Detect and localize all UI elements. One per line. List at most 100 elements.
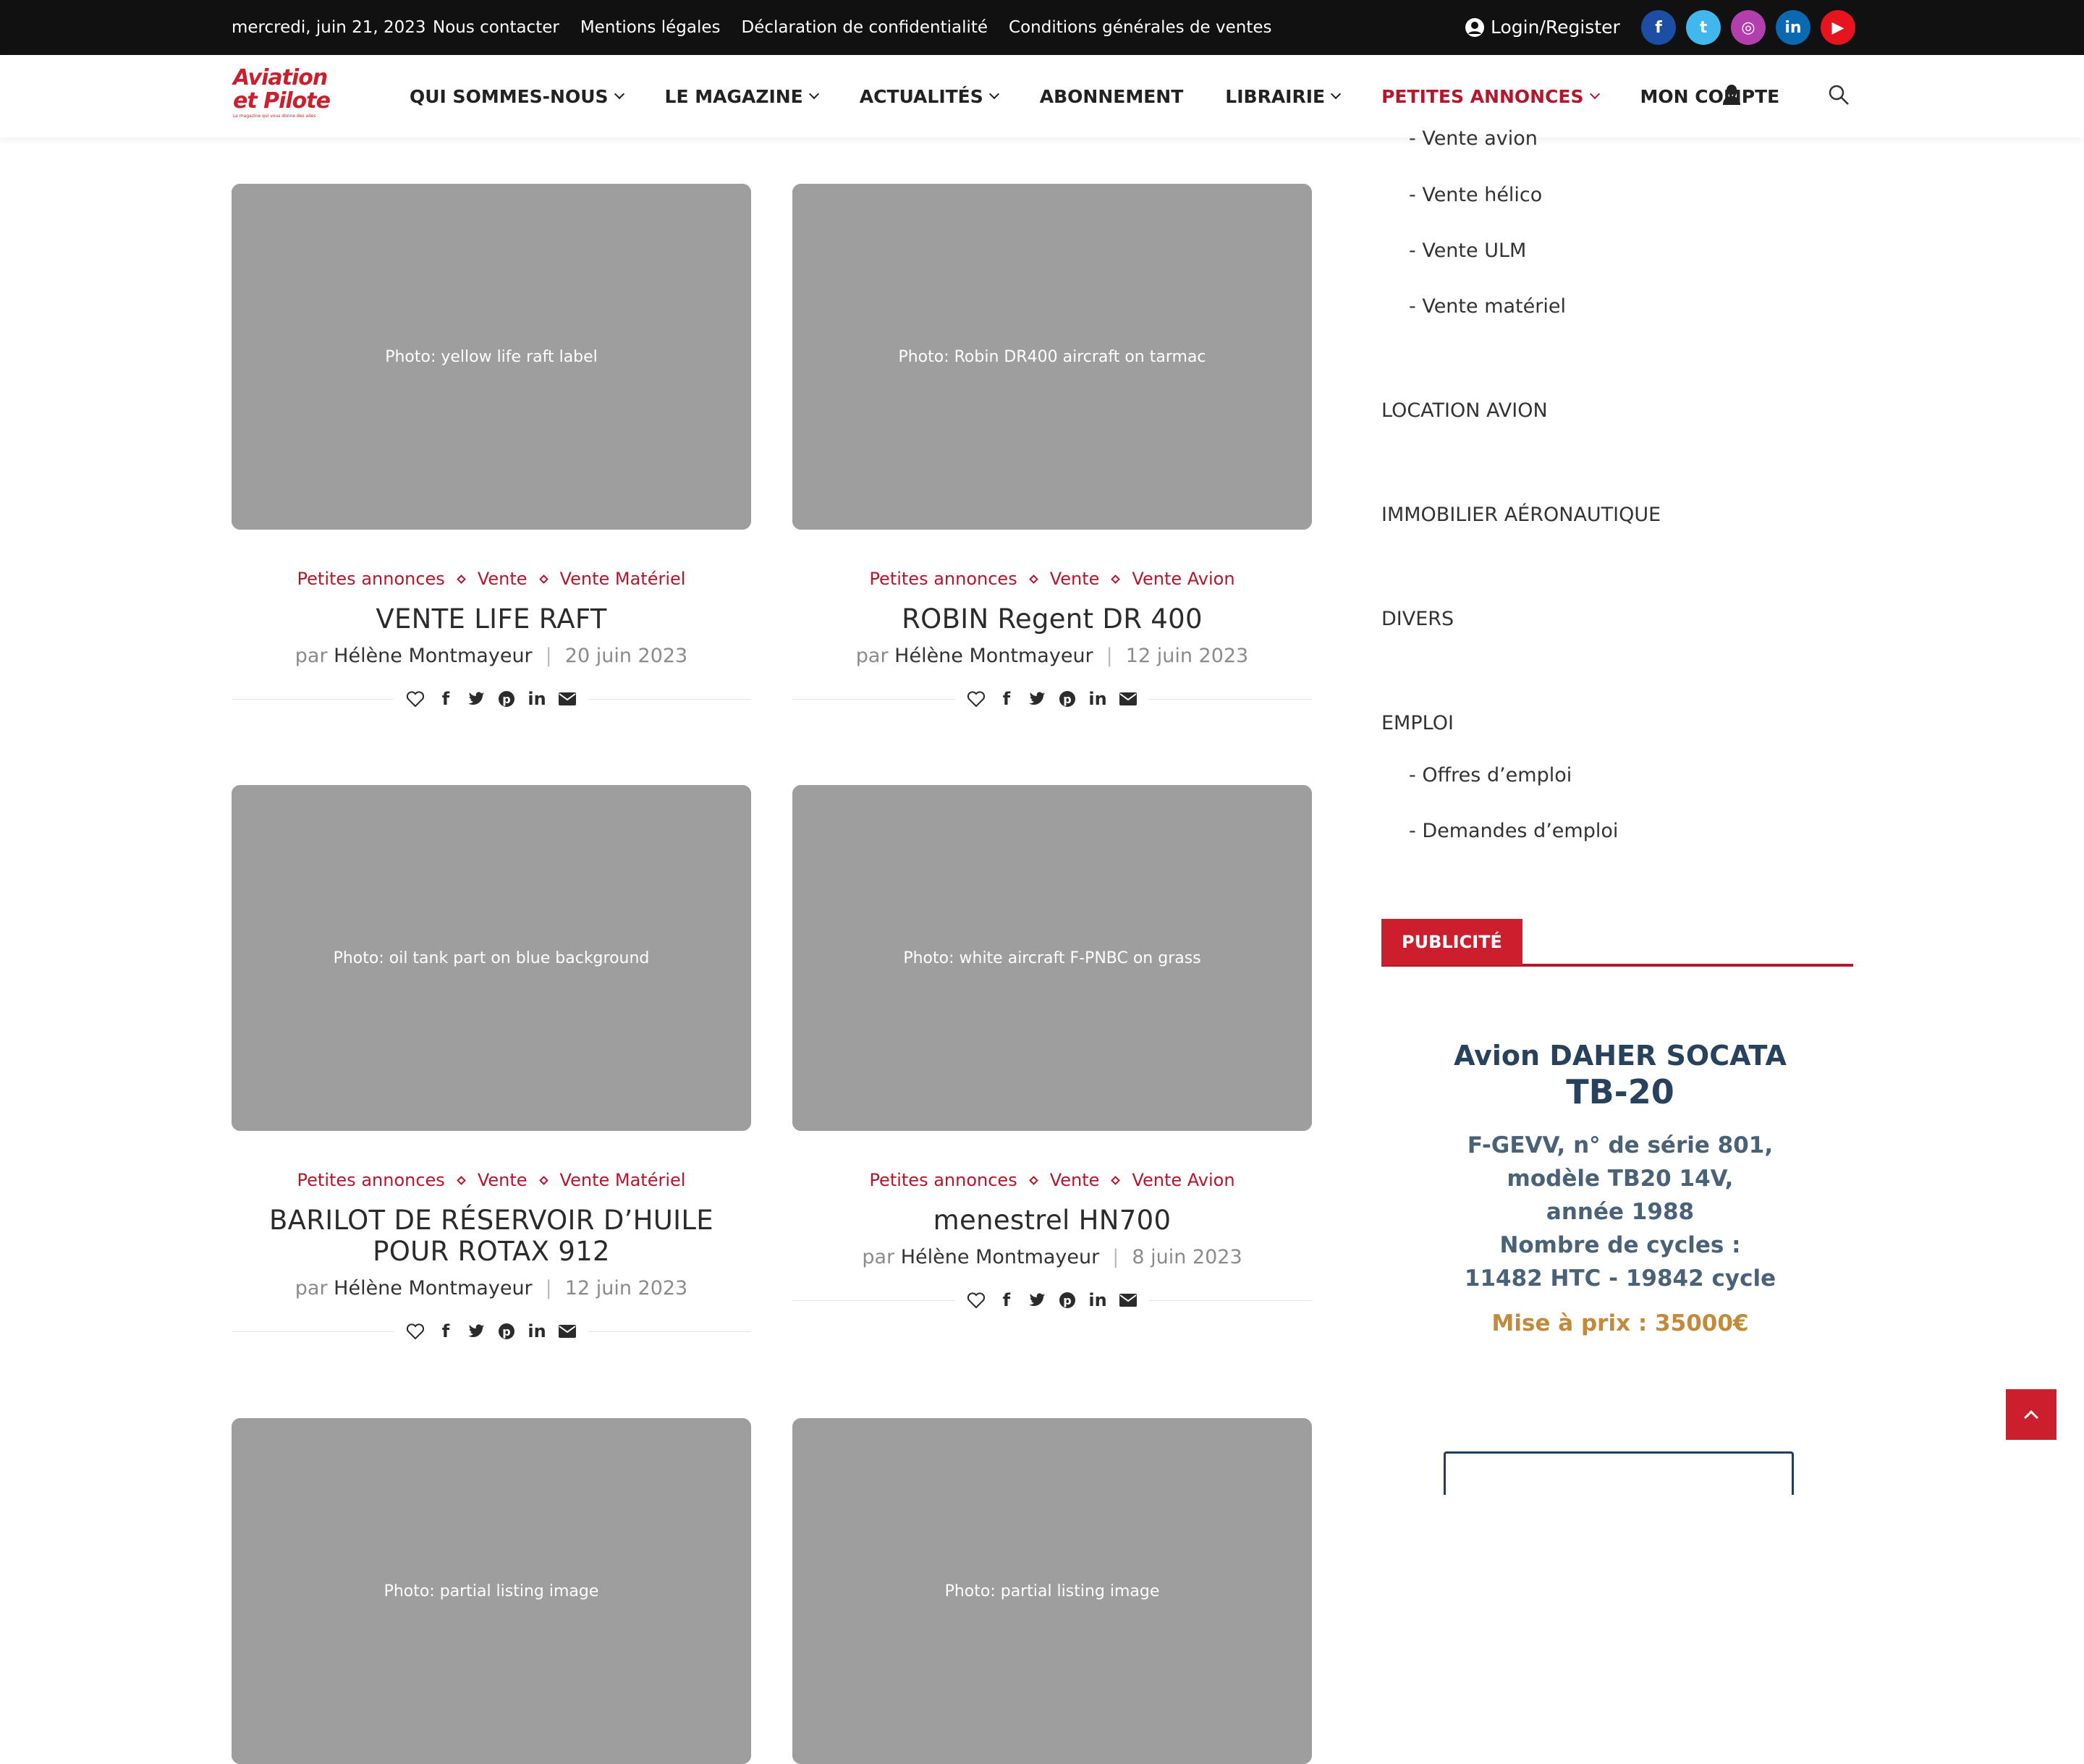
pinterest-share-icon[interactable]: p xyxy=(497,1318,516,1344)
svg-text:p: p xyxy=(1063,1294,1071,1307)
twitter-icon[interactable]: t xyxy=(1686,10,1721,45)
category-link[interactable]: Vente Avion xyxy=(1132,1170,1234,1190)
share-icons: f p in xyxy=(394,686,588,712)
category-link[interactable]: Vente xyxy=(478,569,528,589)
facebook-share-icon[interactable]: f xyxy=(997,686,1016,712)
heart-icon[interactable] xyxy=(967,686,986,712)
sidebar-item-divers[interactable]: DIVERS xyxy=(1381,608,1454,630)
post-date: 12 juin 2023 xyxy=(1125,645,1249,667)
listing-title[interactable]: ROBIN Regent DR 400 xyxy=(792,603,1312,635)
twitter-share-icon[interactable] xyxy=(1028,1287,1046,1313)
nav-item-qui-sommes-nous[interactable]: QUI SOMMES-NOUS xyxy=(410,86,624,107)
email-share-icon[interactable] xyxy=(558,686,577,712)
sidebar-item-vente-materiel[interactable]: - Vente matériel xyxy=(1409,295,1566,318)
category-link[interactable]: Vente xyxy=(1050,1170,1100,1190)
heart-icon[interactable] xyxy=(967,1287,986,1313)
login-register-link[interactable]: Login/Register xyxy=(1465,0,1620,55)
sidebar-item-vente-avion[interactable]: - Vente avion xyxy=(1409,127,1538,150)
ad-box-frame xyxy=(1444,1451,1794,1495)
category-link[interactable]: Vente Avion xyxy=(1132,569,1234,589)
category-link[interactable]: Petites annonces xyxy=(869,569,1017,589)
listing-image[interactable]: Photo: partial listing image xyxy=(792,1418,1312,1764)
heart-icon[interactable] xyxy=(406,686,425,712)
email-share-icon[interactable] xyxy=(1119,686,1138,712)
terms-link[interactable]: Conditions générales de ventes xyxy=(1009,0,1271,55)
legal-notice-link[interactable]: Mentions légales xyxy=(580,0,721,55)
category-link[interactable]: Vente xyxy=(478,1170,528,1190)
image-placeholder: Photo: yellow life raft label xyxy=(232,184,751,530)
nav-item-actualit-s[interactable]: ACTUALITÉS xyxy=(860,86,999,107)
linkedin-icon[interactable]: in xyxy=(1776,10,1810,45)
nav-item-label: LIBRAIRIE xyxy=(1225,85,1326,107)
facebook-share-icon[interactable]: f xyxy=(997,1287,1016,1313)
youtube-icon[interactable]: ▶ xyxy=(1821,10,1855,45)
sidebar-item-vente-helico[interactable]: - Vente hélico xyxy=(1409,184,1542,206)
category-link[interactable]: Vente Matériel xyxy=(560,1170,686,1190)
nav-item-petites-annonces[interactable]: PETITES ANNONCES xyxy=(1381,86,1600,107)
share-icons: f p in xyxy=(394,1318,588,1344)
email-share-icon[interactable] xyxy=(558,1318,577,1344)
listing-image[interactable]: Photo: oil tank part on blue background xyxy=(232,785,751,1131)
author-link[interactable]: Hélène Montmayeur xyxy=(901,1246,1100,1268)
chevron-down-icon xyxy=(614,88,624,100)
chevron-down-icon xyxy=(808,88,819,100)
listing-meta: par Hélène Montmayeur | 20 juin 2023 xyxy=(295,645,688,667)
linkedin-share-icon[interactable]: in xyxy=(528,686,546,712)
listing-image[interactable]: Photo: yellow life raft label xyxy=(232,184,751,530)
sidebar-item-location-avion[interactable]: LOCATION AVION xyxy=(1381,399,1548,422)
listing-image[interactable]: Photo: partial listing image xyxy=(232,1418,751,1764)
linkedin-share-icon[interactable]: in xyxy=(1088,686,1107,712)
listing-title[interactable]: VENTE LIFE RAFT xyxy=(232,603,751,635)
sidebar-item-emploi[interactable]: EMPLOI xyxy=(1381,712,1454,734)
nav-item-abonnement[interactable]: ABONNEMENT xyxy=(1040,86,1184,107)
contact-link[interactable]: Nous contacter xyxy=(433,0,559,55)
pinterest-share-icon[interactable]: p xyxy=(1058,1287,1077,1313)
listing-image[interactable]: Photo: white aircraft F-PNBC on grass xyxy=(792,785,1312,1131)
facebook-share-icon[interactable]: f xyxy=(436,1318,455,1344)
category-link[interactable]: Vente xyxy=(1050,569,1100,589)
post-date: 8 juin 2023 xyxy=(1132,1246,1242,1268)
linkedin-share-icon[interactable]: in xyxy=(1088,1287,1107,1313)
twitter-share-icon[interactable] xyxy=(467,686,486,712)
listing-title[interactable]: BARILOT DE RÉSERVOIR D’HUILE POUR ROTAX … xyxy=(232,1205,751,1267)
nav-item-le-magazine[interactable]: LE MAGAZINE xyxy=(664,85,819,107)
instagram-icon[interactable]: ◎ xyxy=(1731,10,1766,45)
sidebar-item-demandes-emploi[interactable]: - Demandes d’emploi xyxy=(1409,820,1618,842)
pinterest-share-icon[interactable]: p xyxy=(497,686,516,712)
category-list: Petites annonces Vente Vente Avion xyxy=(792,569,1312,589)
facebook-share-icon[interactable]: f xyxy=(436,686,455,712)
sidebar-item-offres-emploi[interactable]: - Offres d’emploi xyxy=(1409,764,1572,786)
site-logo[interactable]: Aviation et Pilote Le magazine qui vous … xyxy=(233,67,334,126)
author-link[interactable]: Hélène Montmayeur xyxy=(894,645,1093,667)
linkedin-share-icon[interactable]: in xyxy=(528,1318,546,1344)
listing-image[interactable]: Photo: Robin DR400 aircraft on tarmac xyxy=(792,184,1312,530)
email-share-icon[interactable] xyxy=(1119,1287,1138,1313)
pinterest-share-icon[interactable]: p xyxy=(1058,686,1077,712)
category-link[interactable]: Vente Matériel xyxy=(560,569,686,589)
logo-line-1: Aviation xyxy=(233,65,328,90)
current-date: mercredi, juin 21, 2023 xyxy=(232,18,426,37)
ad-line-7: 11482 HTC - 19842 cycle xyxy=(1464,1265,1776,1292)
search-icon[interactable] xyxy=(1828,84,1850,106)
nav-item-label: LE MAGAZINE xyxy=(664,85,803,107)
privacy-link[interactable]: Déclaration de confidentialité xyxy=(742,0,988,55)
twitter-share-icon[interactable] xyxy=(467,1318,486,1344)
back-to-top-button[interactable] xyxy=(2006,1389,2057,1440)
category-link[interactable]: Petites annonces xyxy=(297,569,445,589)
heart-icon[interactable] xyxy=(406,1318,425,1344)
twitter-share-icon[interactable] xyxy=(1028,686,1046,712)
publicity-heading: PUBLICITÉ xyxy=(1381,919,1853,967)
nav-item-mon-compte[interactable]: MON COMPTE xyxy=(1640,86,1780,107)
facebook-icon[interactable]: f xyxy=(1641,10,1676,45)
user-icon[interactable] xyxy=(1722,84,1741,106)
category-link[interactable]: Petites annonces xyxy=(869,1170,1017,1190)
author-link[interactable]: Hélène Montmayeur xyxy=(334,1277,533,1299)
category-link[interactable]: Petites annonces xyxy=(297,1170,445,1190)
top-links: Nous contacter Mentions légales Déclarat… xyxy=(433,0,1272,55)
sidebar-item-vente-ulm[interactable]: - Vente ULM xyxy=(1409,239,1526,262)
nav-item-librairie[interactable]: LIBRAIRIE xyxy=(1225,85,1342,107)
sidebar-item-immobilier[interactable]: IMMOBILIER AÉRONAUTIQUE xyxy=(1381,504,1661,526)
listing-title[interactable]: menestrel HN700 xyxy=(792,1205,1312,1236)
ad-banner[interactable]: Avion DAHER SOCATA TB-20 F-GEVV, n° de s… xyxy=(1439,1039,1801,1340)
author-link[interactable]: Hélène Montmayeur xyxy=(334,645,533,667)
